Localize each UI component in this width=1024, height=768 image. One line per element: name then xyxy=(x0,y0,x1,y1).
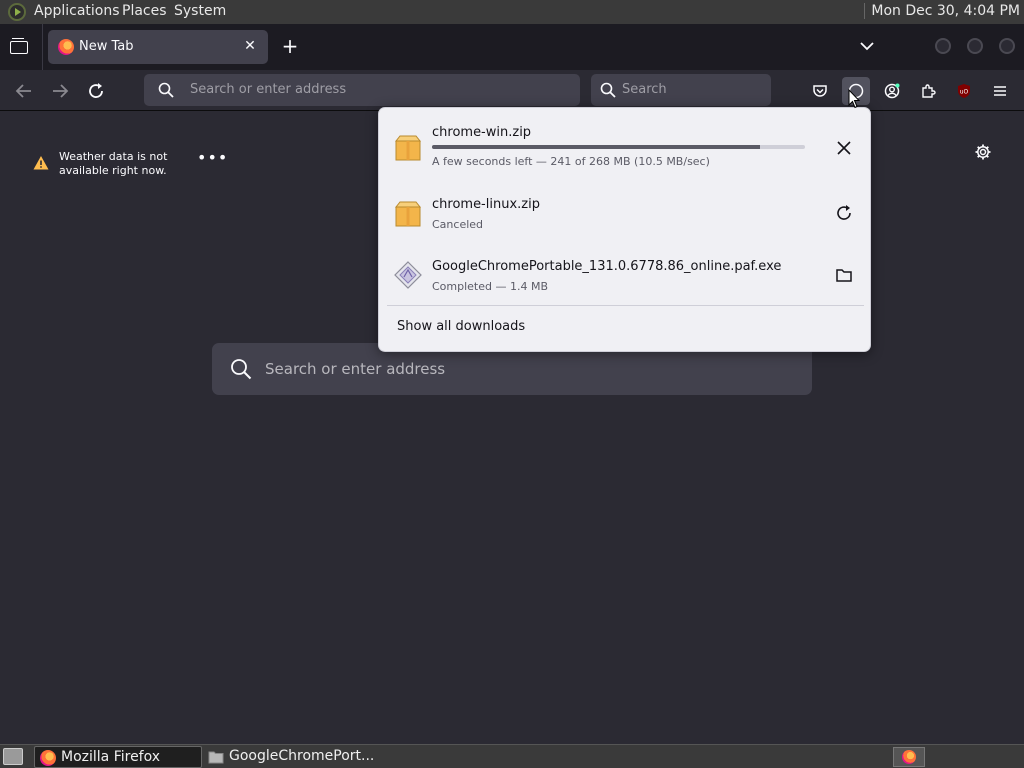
puzzle-piece-icon xyxy=(922,84,936,98)
show-all-downloads-button[interactable]: Show all downloads xyxy=(397,319,525,334)
firefox-icon xyxy=(902,750,916,764)
search-icon xyxy=(158,82,174,98)
download-filename: chrome-linux.zip xyxy=(432,197,540,212)
account-button[interactable] xyxy=(878,77,906,105)
weather-widget: Weather data is not available right now.… xyxy=(33,148,227,183)
gear-icon[interactable] xyxy=(974,143,992,161)
search-icon xyxy=(600,82,616,98)
download-item[interactable]: chrome-win.zip A few seconds left — 241 … xyxy=(379,124,872,180)
warning-icon xyxy=(33,156,49,170)
download-filename: chrome-win.zip xyxy=(432,125,532,140)
download-item[interactable]: chrome-linux.zip Canceled xyxy=(379,196,872,236)
url-bar[interactable]: Search or enter address xyxy=(144,74,580,106)
close-window-button[interactable] xyxy=(999,38,1015,54)
folder-icon xyxy=(208,751,224,764)
workspace-switcher[interactable] xyxy=(893,747,925,767)
download-item[interactable]: GoogleChromePortable_131.0.6778.86_onlin… xyxy=(379,258,872,298)
firefox-icon xyxy=(40,750,56,766)
download-progress-bar xyxy=(432,145,805,149)
mouse-cursor-icon xyxy=(848,89,860,109)
tab-strip: New Tab ✕ + xyxy=(0,24,1024,70)
bottom-taskbar: Mozilla Firefox GoogleChromePort... xyxy=(0,744,1024,768)
new-tab-button[interactable]: + xyxy=(280,36,300,56)
download-status: Completed — 1.4 MB xyxy=(432,280,549,293)
places-menu[interactable]: Places xyxy=(122,3,167,19)
download-filename: GoogleChromePortable_131.0.6778.86_onlin… xyxy=(432,259,782,274)
cancel-download-icon[interactable] xyxy=(833,137,855,159)
zip-archive-icon xyxy=(394,135,422,161)
ublock-origin-icon: uO xyxy=(958,84,970,98)
taskbar-item-firefox[interactable]: Mozilla Firefox xyxy=(34,746,202,768)
applications-menu[interactable]: Applications xyxy=(34,3,120,19)
reload-icon[interactable] xyxy=(84,79,108,103)
tab-separator xyxy=(42,24,43,70)
panel-divider xyxy=(387,305,864,306)
pocket-button[interactable] xyxy=(806,77,834,105)
system-menu[interactable]: System xyxy=(174,3,226,19)
hamburger-menu-icon xyxy=(994,86,1006,96)
ublock-origin-button[interactable]: uO xyxy=(950,77,978,105)
maximize-window-button[interactable] xyxy=(967,38,983,54)
navigation-toolbar: Search or enter address Search uO xyxy=(0,70,1024,111)
tab-title: New Tab xyxy=(79,39,134,54)
firefox-view-icon[interactable] xyxy=(10,38,28,54)
taskbar-item-label: GoogleChromePort... xyxy=(229,748,375,764)
distro-logo-icon[interactable] xyxy=(8,3,26,21)
taskbar-item-file-manager[interactable]: GoogleChromePort... xyxy=(203,746,375,768)
newtab-search-placeholder: Search or enter address xyxy=(265,360,446,378)
minimize-window-button[interactable] xyxy=(935,38,951,54)
extensions-button[interactable] xyxy=(914,77,942,105)
account-icon xyxy=(884,83,900,99)
back-arrow-icon[interactable] xyxy=(12,79,36,103)
firefox-favicon-icon xyxy=(58,39,74,55)
search-bar-placeholder: Search xyxy=(622,82,667,97)
clock[interactable]: Mon Dec 30, 4:04 PM xyxy=(864,3,1020,19)
search-icon xyxy=(231,359,252,380)
tab-new-tab[interactable]: New Tab ✕ xyxy=(48,30,268,64)
search-bar[interactable]: Search xyxy=(591,74,771,106)
download-status: A few seconds left — 241 of 268 MB (10.5… xyxy=(432,155,710,168)
weather-message: Weather data is not available right now. xyxy=(59,150,168,177)
tab-close-icon[interactable]: ✕ xyxy=(240,36,260,56)
url-bar-placeholder: Search or enter address xyxy=(190,82,347,97)
taskbar-item-label: Mozilla Firefox xyxy=(61,749,161,765)
zip-archive-icon xyxy=(394,201,422,227)
list-all-tabs-chevron-icon[interactable] xyxy=(858,38,876,54)
download-status: Canceled xyxy=(432,218,484,231)
executable-icon xyxy=(394,261,422,289)
pocket-icon xyxy=(813,85,827,97)
app-menu-button[interactable] xyxy=(986,77,1014,105)
weather-more-options-icon[interactable]: ••• xyxy=(197,148,228,167)
folder-icon[interactable] xyxy=(833,264,855,286)
top-system-panel: Applications Places System Mon Dec 30, 4… xyxy=(0,0,1024,24)
downloads-panel: chrome-win.zip A few seconds left — 241 … xyxy=(378,107,871,352)
forward-arrow-icon[interactable] xyxy=(48,79,72,103)
svg-text:uO: uO xyxy=(960,89,969,96)
show-desktop-icon[interactable] xyxy=(3,748,23,765)
retry-download-icon[interactable] xyxy=(833,202,855,224)
